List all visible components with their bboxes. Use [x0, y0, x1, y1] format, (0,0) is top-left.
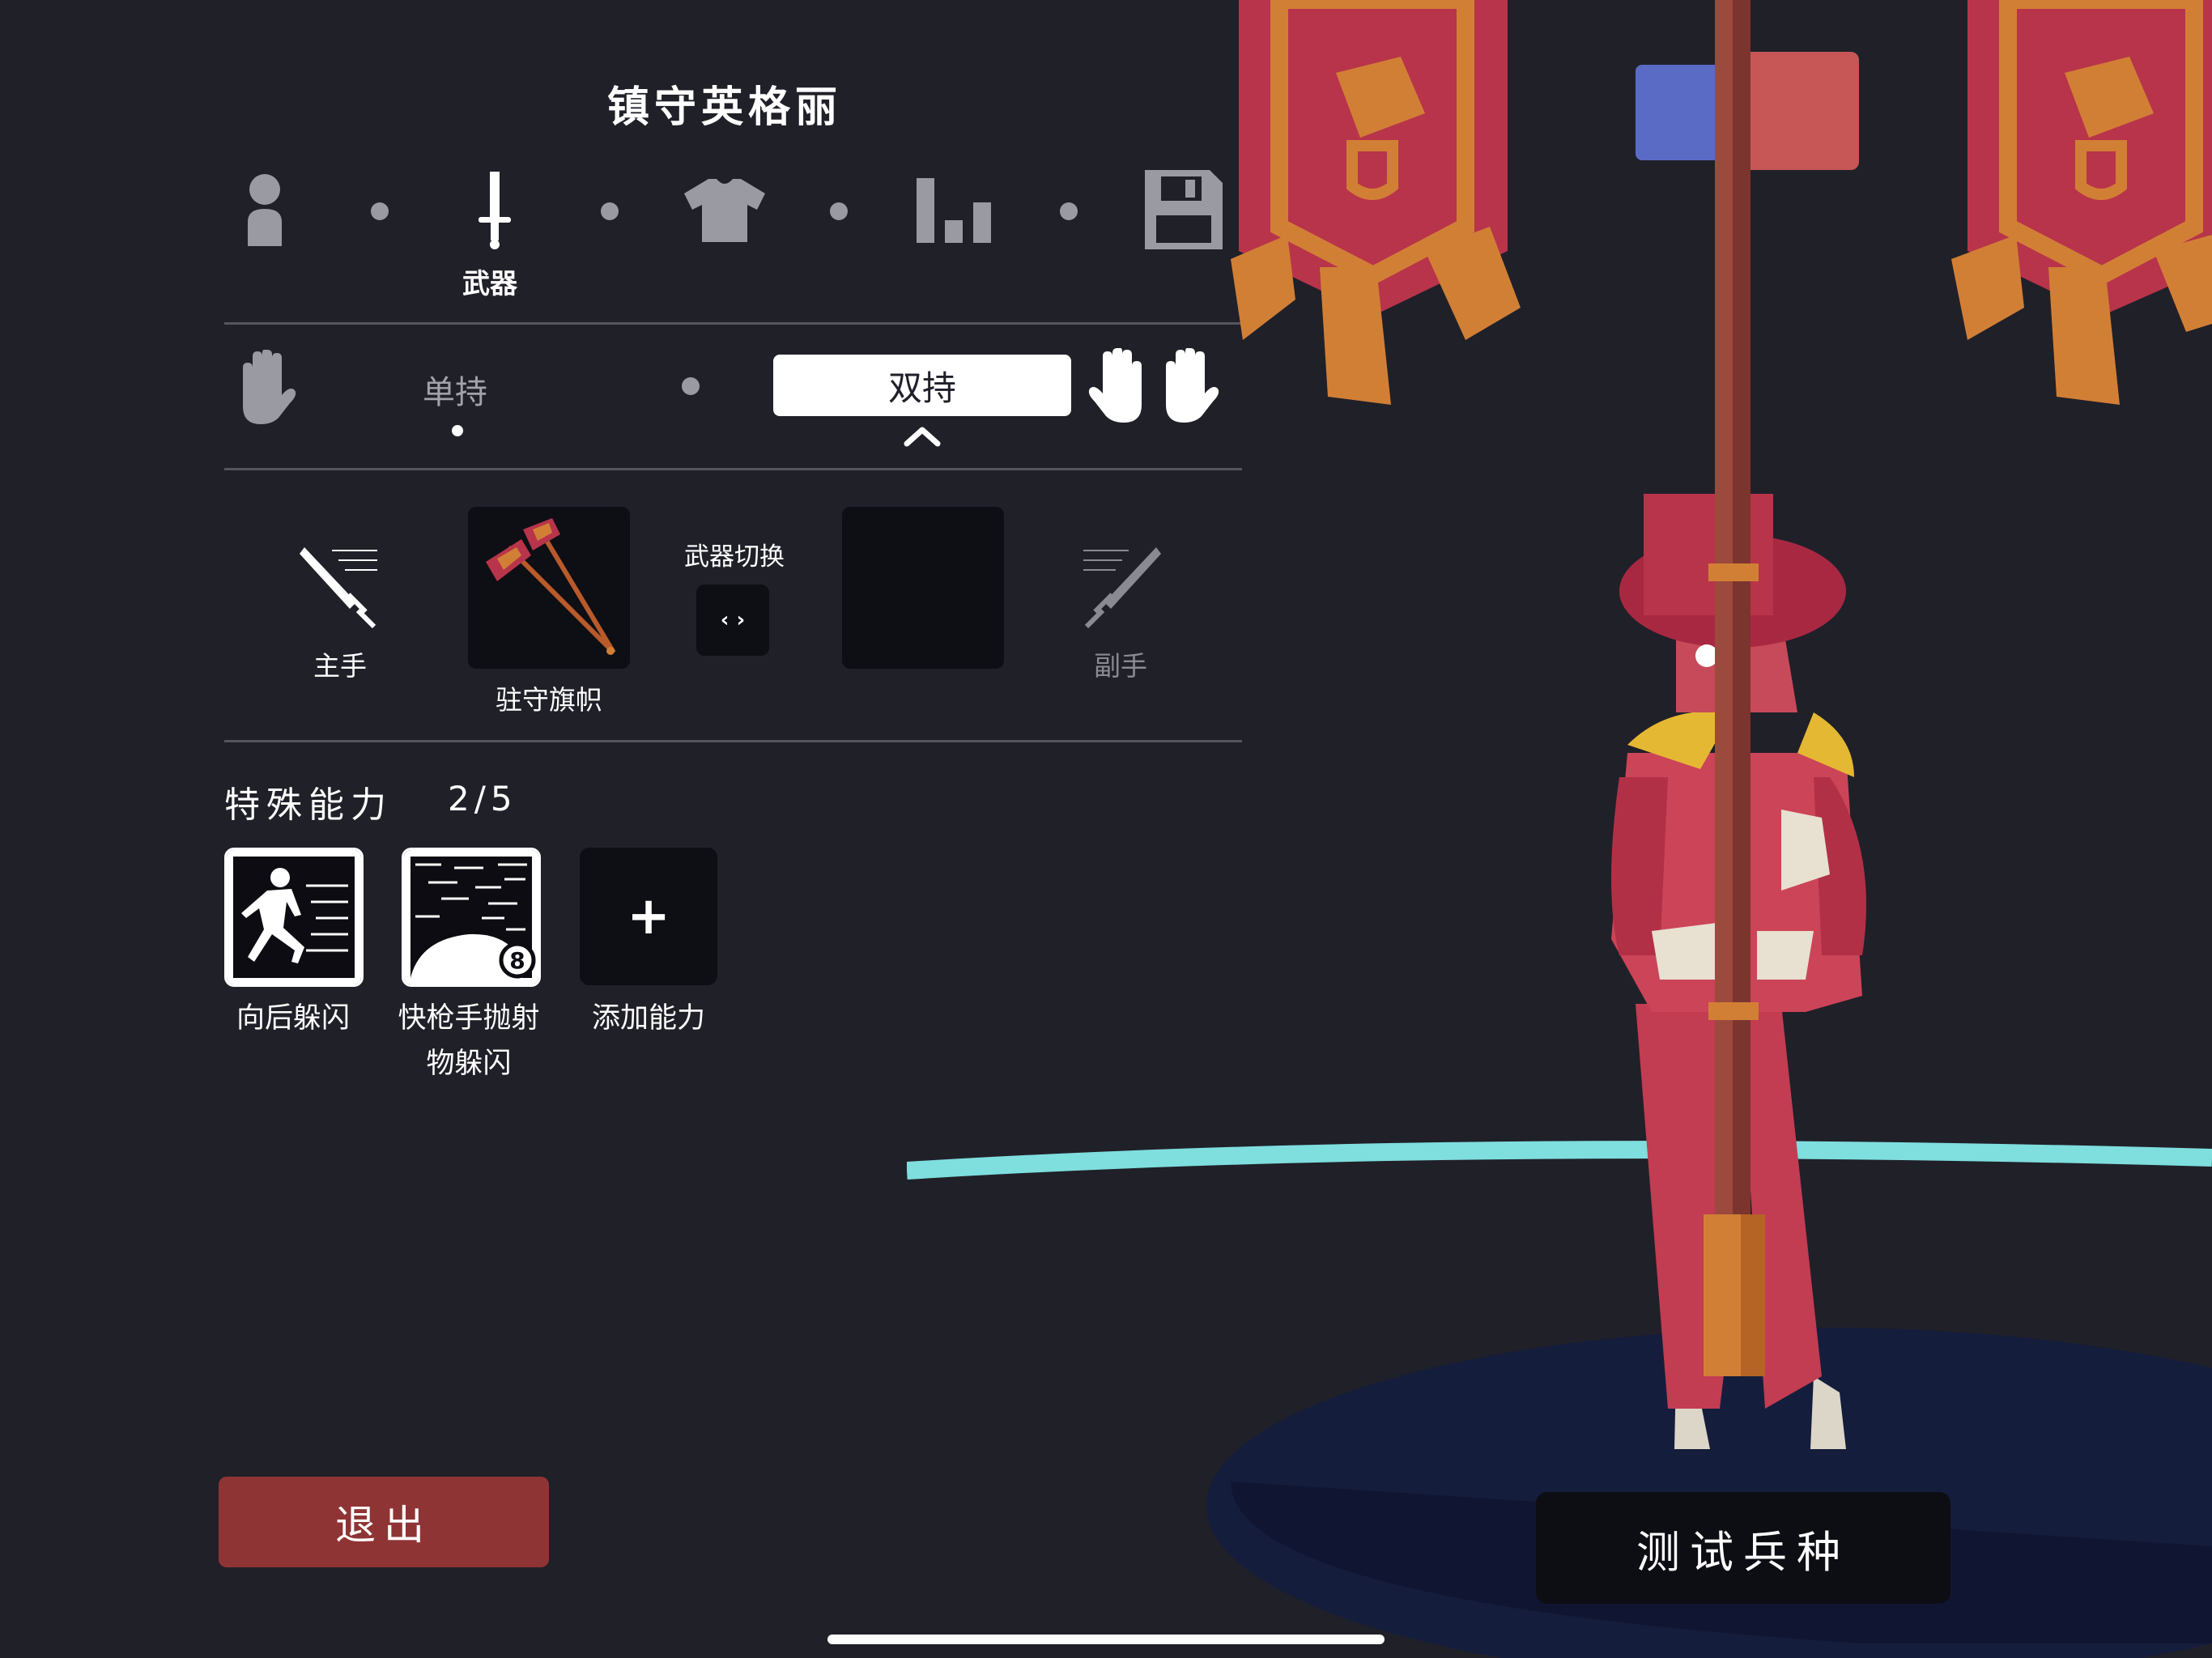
main-weapon-slot[interactable]: [468, 507, 630, 669]
abilities-count: 2/5: [448, 779, 517, 818]
selected-indicator-dot: [452, 425, 463, 436]
exit-button-label: 退出: [335, 1502, 432, 1549]
banner-right: [1951, 0, 2212, 405]
grip-separator: [682, 377, 700, 395]
person-icon[interactable]: [243, 172, 287, 246]
test-unit-label: 测试兵种: [1636, 1526, 1850, 1578]
ability-card-dodge-back[interactable]: [224, 848, 364, 987]
unit-preview-scene: [907, 0, 2212, 1658]
step-separator: [830, 202, 848, 220]
grip-single-option[interactable]: 单持: [423, 366, 487, 413]
exit-button[interactable]: 退出: [219, 1477, 549, 1567]
step-separator: [371, 202, 389, 220]
ability-card-projectile-dodge[interactable]: 8: [402, 848, 541, 987]
garrison-banner-icon: [486, 518, 616, 655]
single-hand-icon: [243, 350, 296, 424]
home-indicator[interactable]: [827, 1635, 1385, 1644]
arena-boundary: [907, 1141, 2212, 1180]
shirt-icon[interactable]: [684, 177, 765, 242]
ability-label-projectile-dodge: 快枪手抛射 物躲闪: [376, 996, 562, 1086]
switch-arrows-icon: ‹ ›: [720, 608, 746, 632]
ability-label-line1: 快枪手抛射: [398, 1002, 540, 1035]
main-hand-sword-icon: [300, 547, 377, 628]
step-label-weapons: 武器: [462, 268, 517, 300]
plus-icon: +: [627, 886, 670, 946]
team-red-swatch: [1741, 52, 1859, 170]
main-weapon-name: 驻守旗帜: [496, 684, 602, 716]
abilities-title: 特殊能力: [224, 784, 393, 826]
sword-icon[interactable]: [474, 172, 515, 249]
ability-label-add: 添加能力: [591, 1002, 705, 1035]
dodge-back-icon: [227, 850, 361, 984]
test-unit-button[interactable]: 测试兵种: [1536, 1492, 1950, 1604]
ability-label-dodge-back: 向后躲闪: [236, 1002, 350, 1035]
projectile-dodge-icon: 8: [404, 850, 538, 984]
add-ability-button[interactable]: +: [580, 848, 717, 985]
step-separator: [601, 202, 619, 220]
weapon-switch-label: 武器切换: [684, 542, 785, 572]
weapon-switch-button[interactable]: ‹ ›: [696, 585, 769, 656]
ability-label-line2: 物躲闪: [426, 1048, 512, 1080]
banner-left: [1231, 0, 1521, 405]
main-hand-label: 主手: [313, 650, 367, 682]
svg-text:8: 8: [509, 947, 525, 974]
